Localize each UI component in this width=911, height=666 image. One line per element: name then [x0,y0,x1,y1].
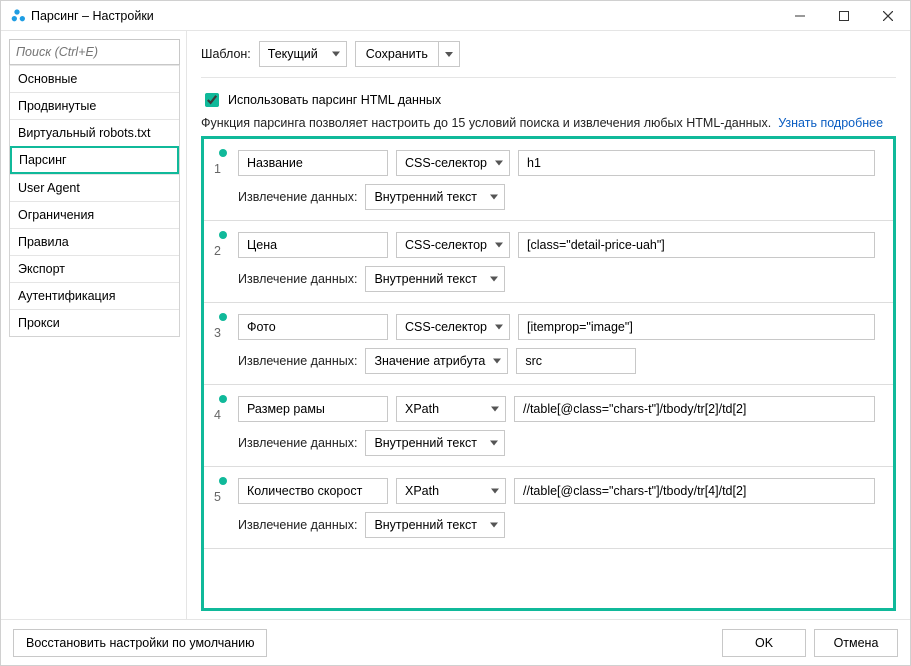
main-panel: Шаблон: Текущий Сохранить Использовать п… [187,31,910,619]
extract-mode-select[interactable]: Внутренний текст [365,512,505,538]
window-buttons [778,1,910,30]
status-dot-icon [219,395,227,403]
status-dot-icon [219,313,227,321]
sidebar: ОсновныеПродвинутыеВиртуальный robots.tx… [1,31,187,619]
rule-expression-input[interactable] [518,232,875,258]
extract-label: Извлечение данных: [238,190,357,204]
extract-label: Извлечение данных: [238,354,357,368]
rule-name-input[interactable] [238,314,388,340]
extract-mode-select[interactable]: Внутренний текст [365,184,505,210]
rule-index: 1 [214,162,228,176]
rule-indicator: 4 [212,395,230,422]
extract-label: Извлечение данных: [238,436,357,450]
rule-block: 2 CSS-селектор Извлечение данных: Внутренни… [204,221,893,303]
rule-block: 3 CSS-селектор Извлечение данных: Значение … [204,303,893,385]
app-icon [9,8,25,24]
rule-index: 3 [214,326,228,340]
learn-more-link[interactable]: Узнать подробнее [778,116,883,130]
extract-mode-select[interactable]: Внутренний текст [365,266,505,292]
rule-block: 5 XPath Извлечение данных: Внутренний текст [204,467,893,549]
selector-type-select[interactable]: XPath [396,396,506,422]
template-label: Шаблон: [201,47,251,61]
attribute-input[interactable] [516,348,636,374]
sidebar-item[interactable]: Продвинутые [10,92,179,119]
sidebar-item[interactable]: Парсинг [10,146,179,174]
selector-type-select[interactable]: CSS-селектор [396,314,510,340]
rule-expression-input[interactable] [514,396,875,422]
enable-parsing-label: Использовать парсинг HTML данных [228,93,441,107]
search-input[interactable] [9,39,180,65]
rule-block: 4 XPath Извлечение данных: Внутренний текст [204,385,893,467]
rule-indicator: 2 [212,231,230,258]
save-dropdown-caret[interactable] [439,42,459,66]
rule-block: 1 CSS-селектор Извлечение данных: Внутренни… [204,139,893,221]
extract-label: Извлечение данных: [238,518,357,532]
rule-indicator: 1 [212,149,230,176]
sidebar-item[interactable]: Основные [10,65,179,92]
rule-indicator: 3 [212,313,230,340]
description: Функция парсинга позволяет настроить до … [201,116,896,130]
rule-name-input[interactable] [238,232,388,258]
window-title: Парсинг – Настройки [31,9,778,23]
rule-expression-input[interactable] [514,478,875,504]
selector-type-select[interactable]: CSS-селектор [396,232,510,258]
selector-type-select[interactable]: CSS-селектор [396,150,510,176]
sidebar-item[interactable]: User Agent [10,174,179,201]
description-text: Функция парсинга позволяет настроить до … [201,116,771,130]
rules-container: 1 CSS-селектор Извлечение данных: Внутренни… [201,136,896,611]
footer: Восстановить настройки по умолчанию OK О… [1,619,910,665]
enable-parsing-row[interactable]: Использовать парсинг HTML данных [201,90,896,110]
restore-defaults-button[interactable]: Восстановить настройки по умолчанию [13,629,267,657]
status-dot-icon [219,231,227,239]
rule-name-input[interactable] [238,478,388,504]
extract-label: Извлечение данных: [238,272,357,286]
sidebar-item[interactable]: Прокси [10,309,179,336]
sidebar-list: ОсновныеПродвинутыеВиртуальный robots.tx… [9,65,180,337]
template-select-value: Текущий [268,47,318,61]
cancel-button[interactable]: Отмена [814,629,898,657]
save-button[interactable]: Сохранить [356,42,439,66]
status-dot-icon [219,477,227,485]
rule-name-input[interactable] [238,396,388,422]
sidebar-item[interactable]: Правила [10,228,179,255]
rule-index: 5 [214,490,228,504]
maximize-button[interactable] [822,1,866,30]
rule-expression-input[interactable] [518,314,875,340]
content-area: Использовать парсинг HTML данных Функция… [201,78,896,611]
extract-mode-select[interactable]: Значение атрибута [365,348,508,374]
sidebar-item[interactable]: Экспорт [10,255,179,282]
rule-index: 4 [214,408,228,422]
selector-type-select[interactable]: XPath [396,478,506,504]
rule-indicator: 5 [212,477,230,504]
minimize-button[interactable] [778,1,822,30]
titlebar: Парсинг – Настройки [1,1,910,31]
sidebar-item[interactable]: Ограничения [10,201,179,228]
ok-button[interactable]: OK [722,629,806,657]
settings-window: Парсинг – Настройки ОсновныеПродвинутыеВ… [0,0,911,666]
extract-mode-select[interactable]: Внутренний текст [365,430,505,456]
enable-parsing-checkbox[interactable] [205,93,219,107]
save-splitbutton[interactable]: Сохранить [355,41,460,67]
status-dot-icon [219,149,227,157]
rule-index: 2 [214,244,228,258]
template-toolbar: Шаблон: Текущий Сохранить [201,41,896,78]
sidebar-item[interactable]: Аутентификация [10,282,179,309]
close-button[interactable] [866,1,910,30]
rule-name-input[interactable] [238,150,388,176]
rule-expression-input[interactable] [518,150,875,176]
sidebar-item[interactable]: Виртуальный robots.txt [10,119,179,146]
template-select[interactable]: Текущий [259,41,347,67]
